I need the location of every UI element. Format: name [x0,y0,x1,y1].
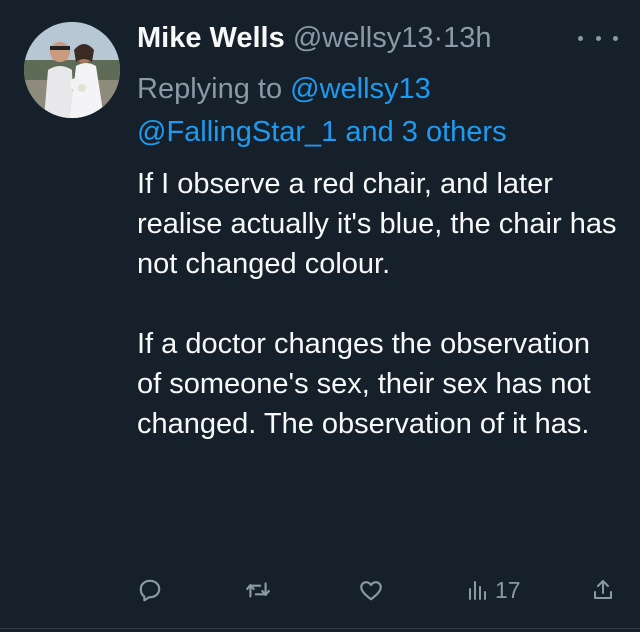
like-icon [360,581,382,601]
views-icon [469,581,486,600]
tweet-text: If I observe a red chair, and later real… [137,164,617,444]
avatar[interactable] [24,22,120,118]
timestamp[interactable]: 13h [443,22,491,54]
retweet-button[interactable] [244,570,272,610]
views-button[interactable]: 17 [465,570,521,610]
share-button[interactable] [591,570,615,610]
avatar-photo [24,22,120,118]
like-button[interactable] [358,570,384,610]
share-icon [594,580,612,599]
reply-icon [139,579,161,602]
replying-to: Replying to @wellsy13 @FallingStar_1 and… [137,68,617,154]
reply-button[interactable] [137,570,163,610]
separator-dot: · [433,22,444,54]
retweet-icon [246,582,270,598]
divider [0,628,640,629]
author-name[interactable]: Mike Wells [137,22,285,54]
views-count: 17 [495,576,521,603]
tweet-paragraph-1: If I observe a red chair, and later real… [137,168,617,280]
author-handle[interactable]: @wellsy13 [293,22,434,54]
replying-to-label: Replying to [137,73,291,105]
reply-handle-link[interactable]: @wellsy13 [290,73,431,105]
tweet-header: Mike Wells @wellsy13·13h [137,20,492,56]
action-bar: 17 [137,570,617,610]
tweet-paragraph-2: If a doctor changes the observation of s… [137,328,591,440]
reply-others-link[interactable]: @FallingStar_1 and 3 others [137,116,507,148]
more-icon[interactable] [578,26,618,50]
tweet[interactable]: Mike Wells @wellsy13·13h Replying to @we… [0,0,640,632]
